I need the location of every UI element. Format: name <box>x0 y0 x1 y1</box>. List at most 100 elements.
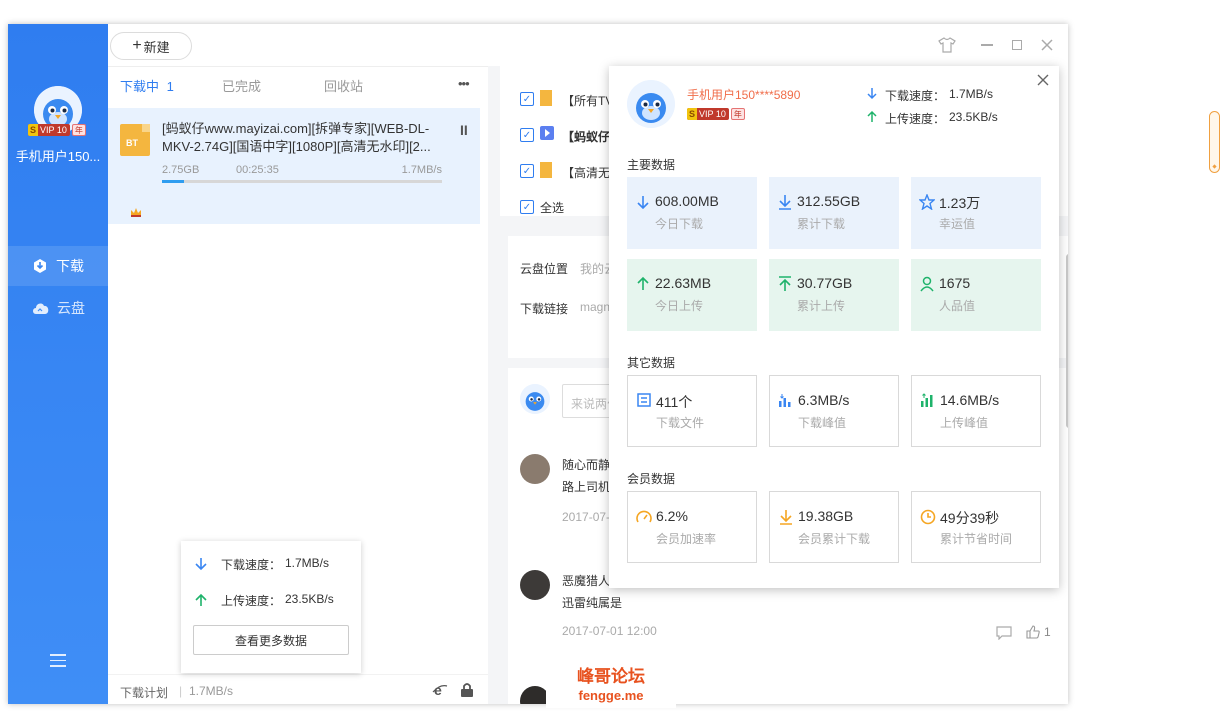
file-checkbox[interactable]: ✓ <box>520 164 534 178</box>
star-icon <box>918 193 936 211</box>
stat-label: 累计下载 <box>797 217 846 231</box>
other-data-title: 其它数据 <box>627 356 676 370</box>
status-bar: 下载计划 | 1.7MB/s e <box>108 674 488 704</box>
member-download-icon <box>778 509 794 525</box>
upload-speed-label: 上传速度： <box>885 112 946 126</box>
sidebar-username[interactable]: 手机用户150... <box>8 146 108 165</box>
member-data-title: 会员数据 <box>627 472 676 486</box>
stat-value: 6.2% <box>656 508 688 524</box>
status-speed[interactable]: 1.7MB/s <box>189 684 233 698</box>
download-icon <box>34 259 46 273</box>
stat-label: 幸运值 <box>939 217 976 231</box>
stat-value: 312.55GB <box>797 193 861 209</box>
file-checkbox[interactable]: ✓ <box>520 128 534 142</box>
stat-value: 14.6MB/s <box>940 392 1000 408</box>
pause-icon[interactable]: II <box>460 122 468 138</box>
stat-total-download: 312.55GB 累计下载 <box>769 177 899 249</box>
task-progress-bar <box>162 180 442 183</box>
sidebar-item-download[interactable]: 下载 <box>8 246 108 286</box>
speedometer-icon <box>636 509 652 525</box>
download-plan-link[interactable]: 下载计划 <box>120 684 168 701</box>
stat-member-download: 19.38GB 会员累计下载 <box>769 491 899 563</box>
lock-icon[interactable] <box>460 682 474 701</box>
ie-icon[interactable]: e <box>432 682 448 701</box>
stat-total-upload: 30.77GB 累计上传 <box>769 259 899 331</box>
download-total-icon <box>777 194 793 210</box>
my-avatar <box>520 384 550 414</box>
separator: | <box>179 684 183 698</box>
arrow-up-icon <box>635 276 651 292</box>
cloud-location-label: 云盘位置 <box>520 262 569 276</box>
stat-label: 累计上传 <box>797 299 846 313</box>
stat-value: 411个 <box>656 394 693 410</box>
main-data-title: 主要数据 <box>627 158 676 172</box>
file-list-item[interactable]: 【所有TV <box>562 92 613 109</box>
commenter-avatar[interactable] <box>520 454 550 484</box>
accelerate-icon[interactable] <box>130 206 142 221</box>
download-speed-value: 1.7MB/s <box>285 556 330 570</box>
reply-icon[interactable] <box>996 626 1012 643</box>
sidebar: S VIP 10 年 手机用户150... 下载 云盘 <box>8 24 108 704</box>
tab-recycle[interactable]: 回收站 <box>324 76 363 95</box>
vip-badges: S VIP 10 年 <box>28 124 86 136</box>
like-button[interactable]: 1 <box>1026 625 1051 639</box>
file-list-item[interactable]: 【高清无 <box>562 164 610 181</box>
upload-speed-label: 上传速度： <box>221 594 282 608</box>
comment-text: 迅雷纯属是 <box>562 596 623 610</box>
year-badge: 年 <box>730 108 745 120</box>
speed-popup: 下载速度： 1.7MB/s 上传速度： 23.5KB/s 查看更多数据 <box>181 541 361 673</box>
tab-label: 下载中 <box>120 79 160 94</box>
bt-file-icon: BT <box>120 124 150 156</box>
arrow-up-icon <box>867 110 877 122</box>
stat-label: 上传峰值 <box>940 416 989 430</box>
skin-icon[interactable] <box>938 36 956 54</box>
hamburger-icon[interactable] <box>50 654 66 667</box>
task-speed: 1.7MB/s <box>401 164 442 176</box>
view-more-data-button[interactable]: 查看更多数据 <box>193 625 349 655</box>
stats-popup: 手机用户150****5890 S VIP 10 年 下载速度： 1.7MB/s … <box>609 66 1059 588</box>
folder-icon <box>540 90 552 106</box>
stat-character: 1675 人品值 <box>911 259 1041 331</box>
new-task-button[interactable]: + 新建 <box>110 32 192 60</box>
task-file-name: [蚂蚁仔www.mayizai.com][拆弹专家][WEB-DL-MKV-2.… <box>162 121 431 154</box>
vip-badge: S VIP 10 <box>687 108 729 120</box>
tab-downloading[interactable]: 下载中 1 <box>120 76 174 95</box>
close-icon[interactable] <box>1038 36 1056 54</box>
like-count: 1 <box>1044 625 1051 639</box>
comment-author[interactable]: 随心而静 <box>562 456 610 473</box>
stat-value: 49分39秒 <box>940 510 1000 526</box>
clock-icon <box>920 509 936 525</box>
task-elapsed-time: 00:25:35 <box>236 164 279 176</box>
arrow-down-icon <box>195 558 207 571</box>
file-checkbox[interactable]: ✓ <box>520 92 534 106</box>
task-downloaded-size: 2.75GB <box>162 164 200 176</box>
select-all-checkbox[interactable]: ✓ <box>520 200 534 214</box>
commenter-avatar[interactable] <box>520 570 550 600</box>
file-list-item[interactable]: 【蚂蚁仔 <box>562 128 610 145</box>
watermark-title: 峰哥论坛 <box>577 667 645 686</box>
download-speed-label: 下载速度： <box>221 558 282 572</box>
floating-speed-widget[interactable] <box>1209 111 1220 173</box>
stat-value: 608.00MB <box>655 193 719 209</box>
sidebar-item-cloud[interactable]: 云盘 <box>8 288 108 328</box>
tab-count: 1 <box>166 79 174 94</box>
download-speed-value: 1.7MB/s <box>949 87 994 101</box>
select-all-label[interactable]: 全选 <box>540 199 564 216</box>
stats-avatar <box>627 80 675 128</box>
watermark-url: fengge.me <box>578 688 644 703</box>
stat-value: 19.38GB <box>798 508 854 524</box>
folder-icon <box>540 162 552 178</box>
stat-value: 1675 <box>939 275 971 291</box>
more-options-icon[interactable]: ••• <box>458 76 470 91</box>
stat-label: 下载峰值 <box>798 416 847 430</box>
download-speed-label: 下载速度： <box>885 89 946 103</box>
maximize-icon[interactable] <box>1008 36 1026 54</box>
upload-total-icon <box>777 276 793 292</box>
scrollbar-thumb[interactable] <box>1066 254 1068 428</box>
upload-peak-icon <box>920 393 936 409</box>
minimize-icon[interactable] <box>978 36 996 54</box>
watermark: 峰哥论坛 fengge.me <box>546 662 676 708</box>
popup-close-icon[interactable] <box>1037 74 1049 89</box>
video-file-icon <box>540 126 554 140</box>
tab-completed[interactable]: 已完成 <box>222 76 261 95</box>
